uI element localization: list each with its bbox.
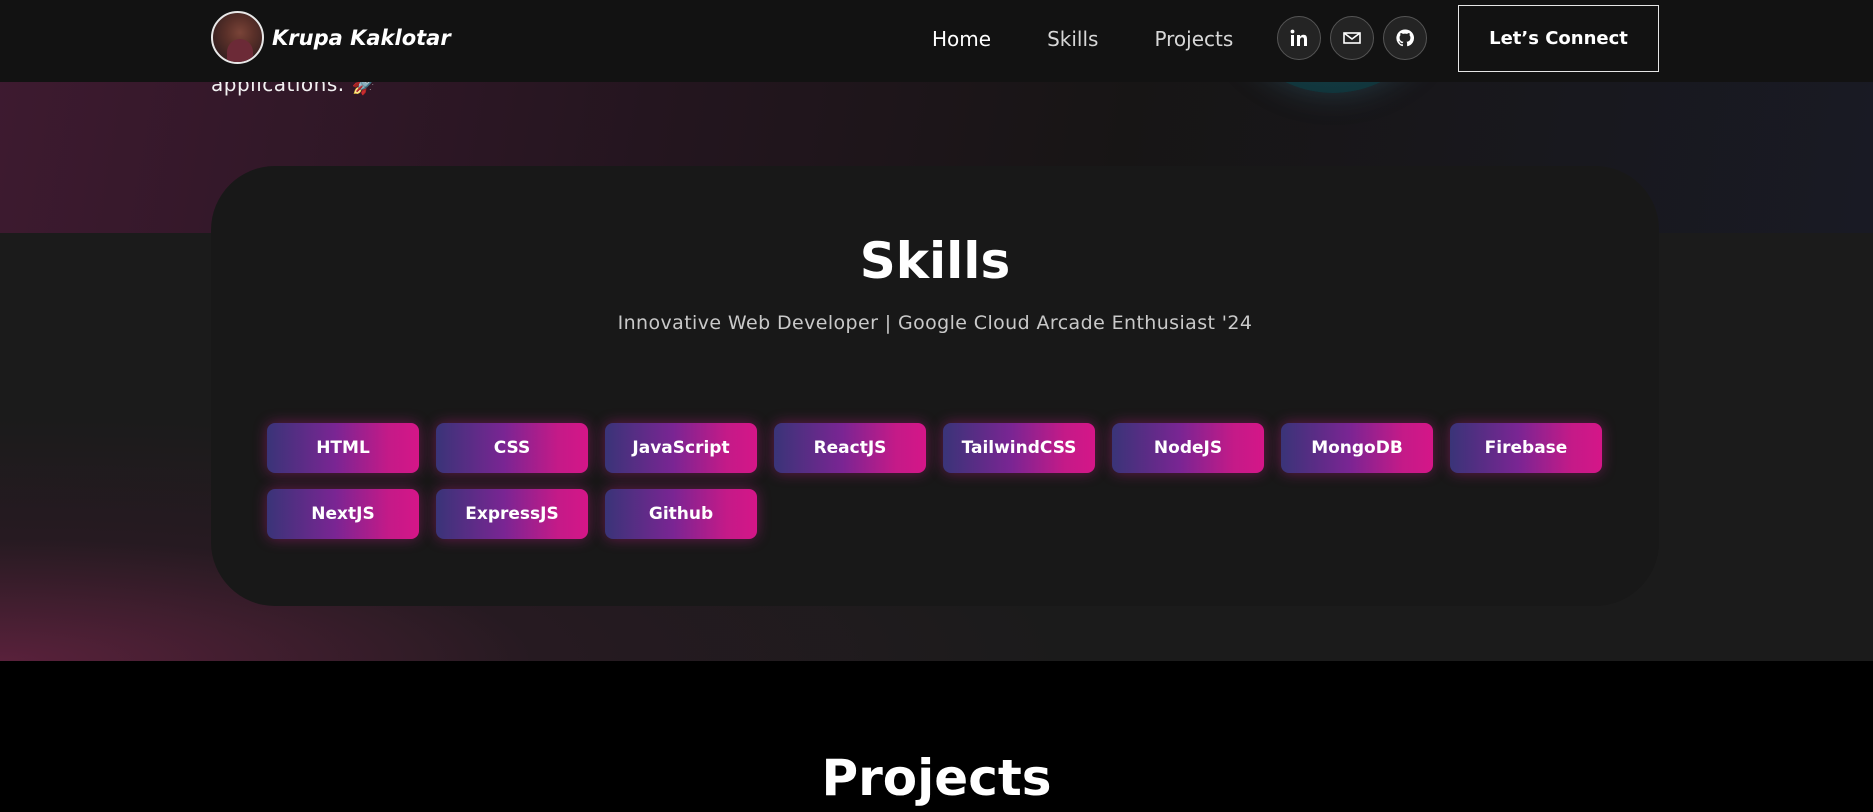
brand-name: Krupa Kaklotar	[272, 25, 451, 50]
brand-logo-link[interactable]: Krupa Kaklotar	[211, 11, 451, 64]
mail-button[interactable]	[1330, 16, 1374, 60]
skill-chip-css[interactable]: CSS	[436, 423, 588, 473]
projects-section: Projects	[0, 661, 1873, 812]
skills-title: Skills	[859, 232, 1011, 290]
nav-links: Home Skills Projects	[932, 27, 1233, 51]
skill-chip-html[interactable]: HTML	[267, 423, 419, 473]
lets-connect-button[interactable]: Let’s Connect	[1458, 5, 1659, 72]
linkedin-icon	[1290, 29, 1307, 46]
skills-grid: HTML CSS JavaScript ReactJS TailwindCSS …	[267, 423, 1607, 539]
skill-chip-expressjs[interactable]: ExpressJS	[436, 489, 588, 539]
skill-chip-nextjs[interactable]: NextJS	[267, 489, 419, 539]
github-icon	[1396, 29, 1415, 47]
nav-link-skills[interactable]: Skills	[1047, 27, 1098, 51]
nav-link-home[interactable]: Home	[932, 27, 991, 51]
skill-chip-github[interactable]: Github	[605, 489, 757, 539]
skills-card: Skills Innovative Web Developer | Google…	[211, 166, 1659, 606]
skill-chip-firebase[interactable]: Firebase	[1450, 423, 1602, 473]
skill-chip-reactjs[interactable]: ReactJS	[774, 423, 926, 473]
social-links	[1277, 16, 1427, 60]
skill-chip-tailwindcss[interactable]: TailwindCSS	[943, 423, 1095, 473]
brand-avatar	[211, 11, 264, 64]
navbar: Krupa Kaklotar Home Skills Projects Let’…	[0, 0, 1873, 82]
projects-title: Projects	[821, 749, 1052, 807]
nav-link-projects[interactable]: Projects	[1154, 27, 1233, 51]
linkedin-button[interactable]	[1277, 16, 1321, 60]
mail-icon	[1343, 32, 1361, 44]
skills-subtitle: Innovative Web Developer | Google Cloud …	[617, 312, 1253, 334]
skill-chip-nodejs[interactable]: NodeJS	[1112, 423, 1264, 473]
skill-chip-javascript[interactable]: JavaScript	[605, 423, 757, 473]
github-button[interactable]	[1383, 16, 1427, 60]
skill-chip-mongodb[interactable]: MongoDB	[1281, 423, 1433, 473]
